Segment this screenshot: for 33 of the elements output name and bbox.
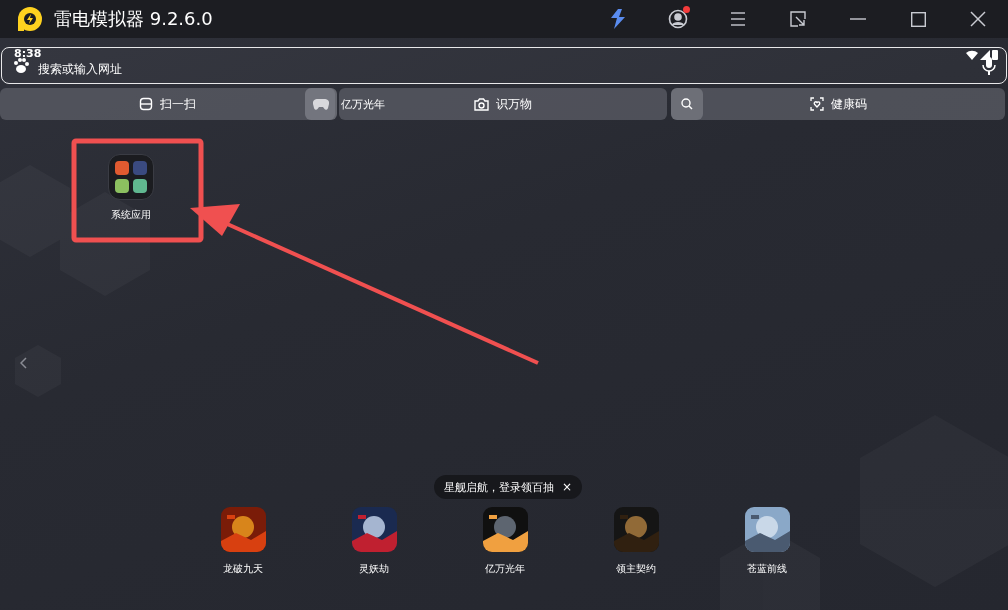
wifi-icon: [966, 49, 978, 60]
minimize-icon: [850, 18, 866, 20]
folder-icon: [108, 154, 154, 200]
shortcut-button[interactable]: 健康码: [671, 88, 1005, 120]
app-logo-icon: [16, 5, 44, 33]
background-hexagon: [15, 345, 61, 397]
game-app[interactable]: 亿万光年: [482, 507, 528, 576]
address-bar[interactable]: 8:38 搜索或输入网址: [1, 47, 1007, 84]
camera-icon: [474, 97, 489, 111]
window-arrow-icon: [790, 11, 806, 27]
gamepad-icon: [313, 98, 329, 110]
user-icon: [668, 9, 688, 29]
tooltip-text: 星舰启航，登录领百抽: [444, 479, 554, 495]
scan-icon: [139, 97, 153, 111]
maximize-icon: [910, 11, 926, 27]
search-icon: [681, 98, 693, 110]
game-app[interactable]: 龙破九天: [220, 507, 266, 576]
game-app[interactable]: 灵妖劫: [351, 507, 397, 576]
game-app[interactable]: 领主契约: [613, 507, 659, 576]
lightning-icon: [609, 8, 627, 30]
menu-icon: [730, 12, 746, 26]
window-title: 雷电模拟器 9.2.6.0: [54, 7, 214, 31]
chevron-left-icon[interactable]: [20, 357, 27, 369]
status-time: 8:38: [14, 47, 42, 60]
folder-app[interactable]: 系统应用: [108, 154, 154, 222]
close-icon: [970, 11, 986, 27]
battery-icon: [992, 49, 998, 60]
tooltip-close-button[interactable]: ×: [562, 480, 573, 494]
health-code-icon: [809, 97, 824, 111]
paw-icon: [12, 56, 30, 75]
game-app[interactable]: 苍蓝前线: [744, 507, 790, 576]
microphone-icon: [982, 56, 996, 75]
signal-icon: [980, 49, 990, 60]
